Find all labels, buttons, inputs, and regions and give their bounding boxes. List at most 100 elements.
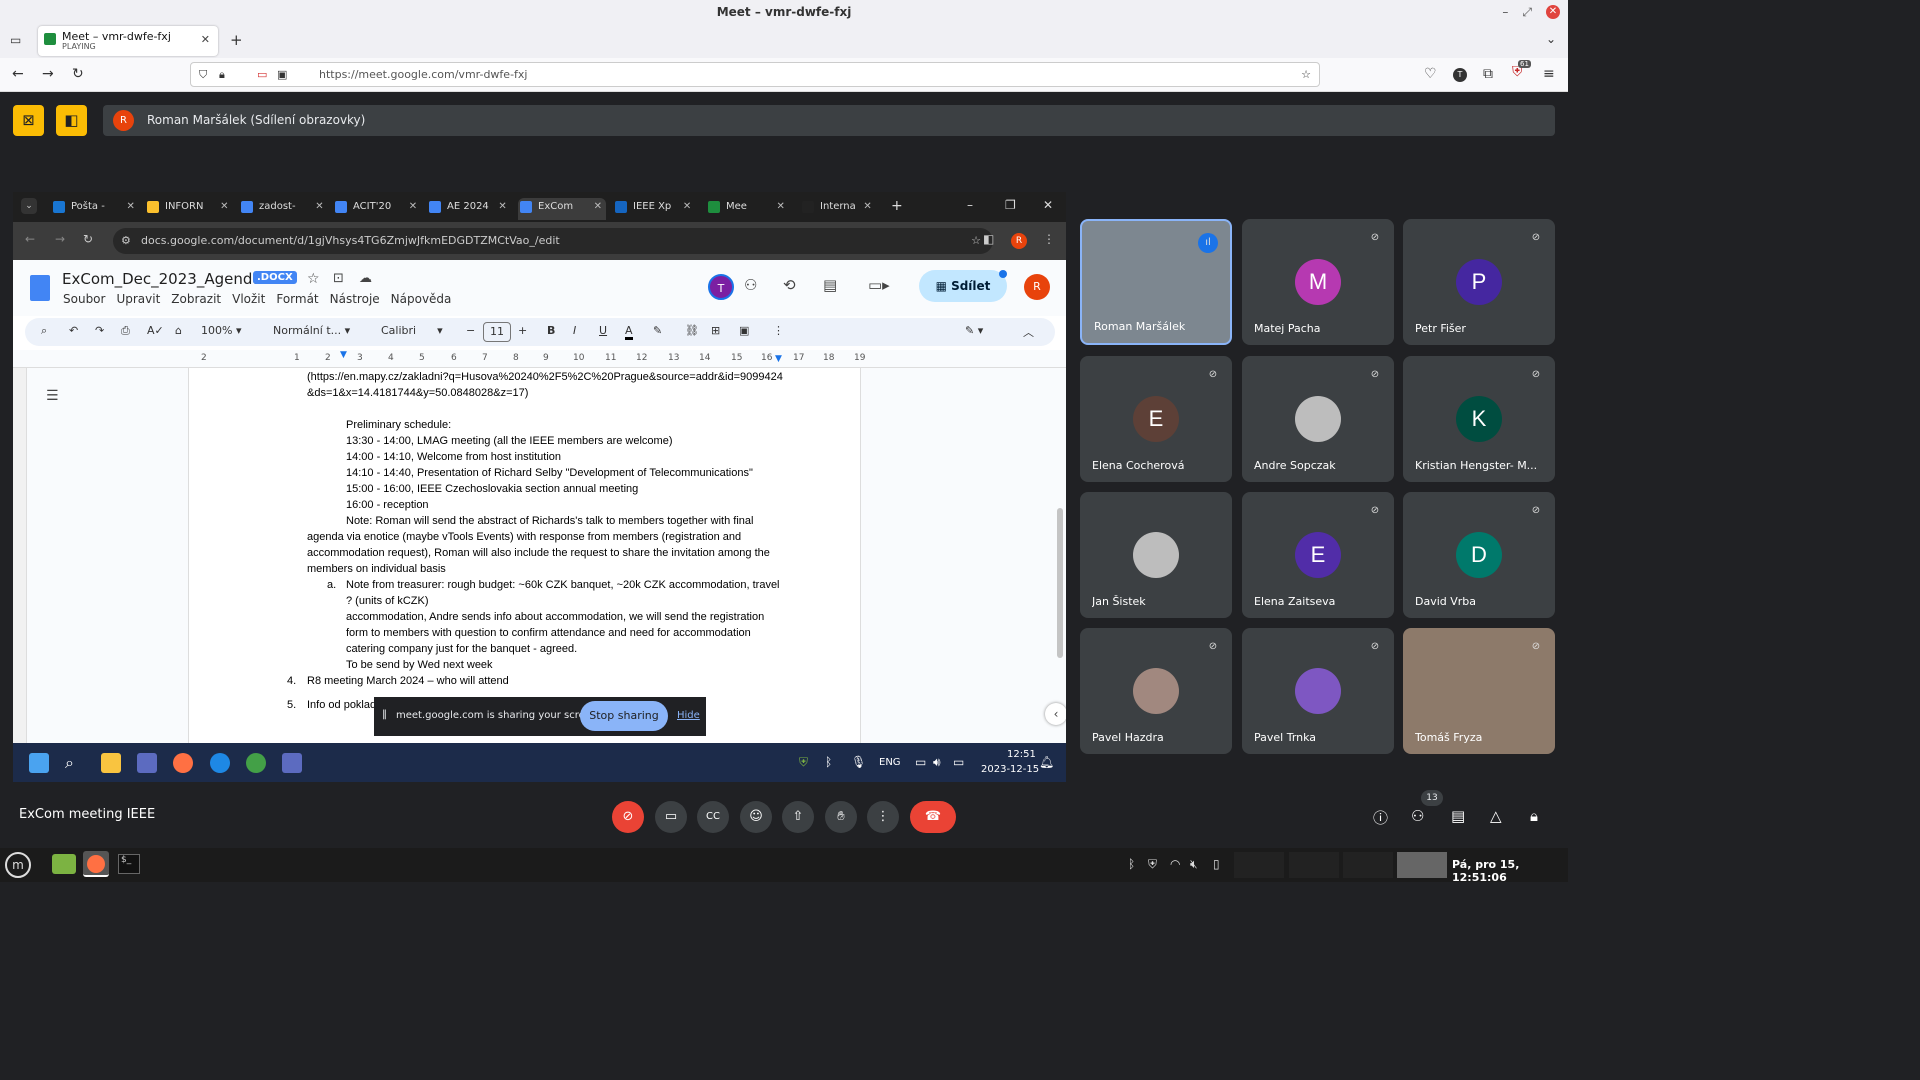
shield-icon[interactable]: ⛨ bbox=[1148, 857, 1157, 872]
end-call-icon[interactable]: ☎︎ bbox=[910, 801, 956, 833]
users-icon[interactable]: ⚇ bbox=[744, 276, 757, 294]
chevron-down-icon[interactable]: ⌄ bbox=[1546, 32, 1556, 46]
text-color-icon[interactable]: A bbox=[625, 324, 633, 340]
more-vert-icon[interactable]: ⋮ bbox=[867, 801, 899, 833]
comment-icon[interactable]: ▤ bbox=[823, 276, 837, 294]
participant-tile[interactable]: P Petr Fišer ⊘ bbox=[1403, 219, 1555, 345]
tab-close-icon[interactable]: ✕ bbox=[220, 198, 228, 216]
add-comment-icon[interactable]: ⊞ bbox=[711, 324, 720, 337]
workspace-1[interactable] bbox=[1234, 852, 1284, 878]
bluetooth-icon[interactable]: ᛒ bbox=[825, 755, 832, 769]
redo-icon[interactable]: ↷ bbox=[95, 324, 104, 337]
emoji-icon[interactable]: ☺ bbox=[740, 801, 772, 833]
mint-menu-icon[interactable]: m bbox=[5, 852, 31, 878]
participant-tile[interactable]: Pavel Trnka ⊘ bbox=[1242, 628, 1394, 754]
share-button[interactable]: ▦ Sdílet bbox=[919, 270, 1007, 302]
font-size-increase-icon[interactable]: + bbox=[518, 324, 527, 337]
back-icon[interactable]: ← bbox=[25, 232, 35, 246]
stop-sharing-button[interactable]: Stop sharing bbox=[580, 701, 668, 731]
font-select[interactable]: Calibri ▾ bbox=[381, 324, 443, 337]
star-icon[interactable]: ☆ bbox=[971, 228, 981, 254]
editing-mode-icon[interactable]: ✎ ▾ bbox=[965, 324, 983, 337]
new-tab-icon[interactable]: + bbox=[230, 31, 243, 49]
chevron-up-icon[interactable]: ︿ bbox=[1023, 324, 1034, 340]
menu-icon[interactable]: ≡ bbox=[1543, 66, 1555, 82]
menu-format[interactable]: Formát bbox=[276, 292, 318, 306]
video-call-icon[interactable]: ▭▸ bbox=[868, 276, 890, 294]
participant-tile[interactable]: Andre Sopczak ⊘ bbox=[1242, 356, 1394, 482]
terminal-icon[interactable]: $_ bbox=[118, 854, 140, 874]
tab-close-icon[interactable]: ✕ bbox=[683, 198, 691, 216]
right-indent-marker-icon[interactable]: ▼ bbox=[775, 354, 782, 364]
tab-close-icon[interactable]: ✕ bbox=[201, 33, 210, 46]
doc-title[interactable]: ExCom_Dec_2023_Agenda bbox=[62, 270, 262, 288]
document-page[interactable]: (https://en.mapy.cz/zakladni?q=Husova%20… bbox=[188, 368, 861, 743]
forward-icon[interactable]: → bbox=[55, 232, 65, 246]
chevron-left-icon[interactable]: ‹ bbox=[1045, 703, 1066, 725]
firefox-task-icon[interactable] bbox=[83, 851, 109, 877]
menu-file[interactable]: Soubor bbox=[63, 292, 105, 306]
mic-off-icon[interactable]: ⊘ bbox=[612, 801, 644, 833]
hide-button[interactable]: Hide bbox=[677, 710, 700, 721]
mic-icon[interactable]: 🎙︎ bbox=[851, 755, 866, 769]
docs-logo-icon[interactable] bbox=[30, 275, 50, 301]
scrollbar[interactable] bbox=[1057, 508, 1063, 658]
back-icon[interactable]: ← bbox=[12, 66, 24, 82]
participant-tile[interactable]: K Kristian Hengster- M... ⊘ bbox=[1403, 356, 1555, 482]
undo-icon[interactable]: ↶ bbox=[69, 324, 78, 337]
bold-icon[interactable]: B bbox=[547, 324, 555, 337]
shield-icon[interactable]: ⛉ bbox=[199, 63, 207, 86]
extensions-icon[interactable]: ⧉ bbox=[1483, 66, 1493, 82]
wifi-icon[interactable]: ◠ bbox=[1170, 857, 1180, 871]
profile-avatar[interactable]: R bbox=[1011, 233, 1027, 249]
tab-close-icon[interactable]: ✕ bbox=[126, 198, 134, 216]
people-icon[interactable]: ⚇ bbox=[1411, 807, 1424, 825]
tab-close-icon[interactable]: ✕ bbox=[594, 198, 602, 216]
new-tab-icon[interactable]: + bbox=[891, 198, 903, 214]
host-controls-icon[interactable]: 🔒︎ bbox=[1530, 807, 1538, 825]
participant-tile[interactable]: E Elena Zaitseva ⊘ bbox=[1242, 492, 1394, 618]
tab-close-icon[interactable]: ✕ bbox=[315, 198, 323, 216]
tab-close-icon[interactable]: ✕ bbox=[498, 198, 506, 216]
italic-icon[interactable]: I bbox=[573, 324, 576, 337]
lock-icon[interactable]: 🔒︎ bbox=[219, 63, 225, 86]
chrome-tab[interactable]: zadost- ✕ bbox=[239, 198, 324, 220]
account-icon[interactable]: T bbox=[1453, 68, 1467, 82]
chrome-tab-active[interactable]: ExCom ✕ bbox=[518, 198, 606, 220]
info-icon[interactable]: ⓘ bbox=[1373, 807, 1388, 828]
defender-icon[interactable]: ⛨ bbox=[799, 755, 808, 770]
browser-tab-meet[interactable]: Meet – vmr-dwfe-fxj PLAYING ✕ bbox=[38, 26, 218, 56]
file-explorer-icon[interactable] bbox=[101, 753, 121, 773]
battery-icon[interactable]: ▭ bbox=[953, 755, 964, 769]
app-icon[interactable] bbox=[137, 753, 157, 773]
outline-icon[interactable]: ☰ bbox=[46, 388, 59, 404]
chrome-tab[interactable]: Mee ✕ bbox=[706, 198, 785, 220]
chat-icon[interactable]: ▤ bbox=[1451, 807, 1465, 825]
captions-icon[interactable]: CC bbox=[697, 801, 729, 833]
close-icon[interactable]: ✕ bbox=[1043, 198, 1053, 212]
spellcheck-icon[interactable]: A✓ bbox=[147, 324, 164, 337]
participant-tile[interactable]: M Matej Pacha ⊘ bbox=[1242, 219, 1394, 345]
tab-close-icon[interactable]: ✕ bbox=[409, 198, 417, 216]
highlight-icon[interactable]: ✎ bbox=[653, 324, 662, 337]
firefox-icon[interactable] bbox=[173, 753, 193, 773]
chrome-tab[interactable]: INFORN ✕ bbox=[145, 198, 228, 220]
menu-edit[interactable]: Upravit bbox=[116, 292, 160, 306]
menu-help[interactable]: Nápověda bbox=[391, 292, 452, 306]
pocket-icon[interactable]: ♡ bbox=[1424, 66, 1437, 82]
print-icon[interactable]: ⎙ bbox=[121, 324, 130, 338]
close-icon[interactable]: ✕ bbox=[1546, 5, 1560, 19]
chrome-tab[interactable]: AE 2024 ✕ bbox=[427, 198, 507, 220]
raise-hand-icon[interactable]: ✋︎ bbox=[825, 801, 857, 833]
menu-view[interactable]: Zobrazit bbox=[171, 292, 221, 306]
chrome-tab[interactable]: ACIT'20 ✕ bbox=[333, 198, 417, 220]
edge-icon[interactable] bbox=[210, 753, 230, 773]
indent-marker-icon[interactable]: ▼ bbox=[340, 350, 347, 360]
folder-icon[interactable]: ⊡ bbox=[333, 271, 344, 286]
zoom-select[interactable]: 100% ▾ bbox=[201, 324, 241, 337]
collaborator-avatar[interactable]: T bbox=[708, 274, 734, 300]
reload-icon[interactable]: ↻ bbox=[72, 66, 84, 82]
chrome-tab[interactable]: Pošta - ✕ bbox=[51, 198, 135, 220]
participant-tile[interactable]: Jan Šistek bbox=[1080, 492, 1232, 618]
star-icon[interactable]: ☆ bbox=[1301, 63, 1311, 86]
